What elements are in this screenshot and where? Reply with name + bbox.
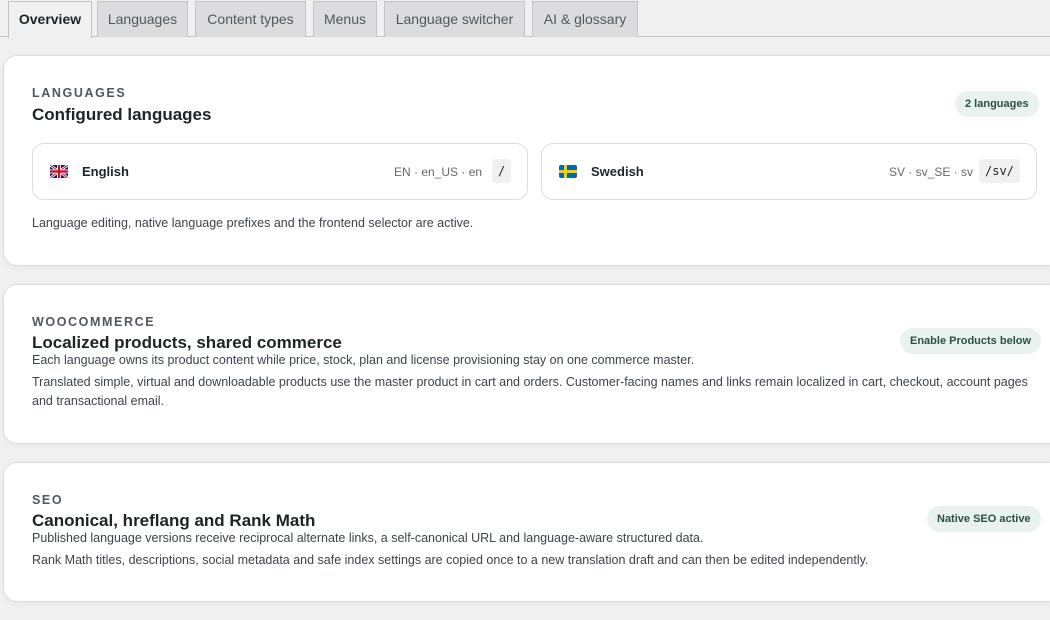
languages-eyebrow: LANGUAGES	[32, 86, 127, 100]
language-name: English	[82, 164, 129, 179]
seo-eyebrow: SEO	[32, 493, 64, 507]
language-prefix: /	[492, 159, 512, 183]
seo-description: Published language versions receive reci…	[32, 531, 704, 545]
sweden-flag-icon	[559, 165, 577, 178]
tab-content-types[interactable]: Content types	[195, 1, 306, 37]
languages-title: Configured languages	[32, 105, 212, 124]
tab-ai-glossary[interactable]: AI & glossary	[532, 1, 638, 37]
seo-card: SEO Canonical, hreflang and Rank Math Na…	[3, 462, 1050, 602]
woocommerce-card: WOOCOMMERCE Localized products, shared c…	[3, 284, 1050, 444]
woocommerce-title: Localized products, shared commerce	[32, 333, 342, 352]
seo-title: Canonical, hreflang and Rank Math	[32, 511, 316, 530]
uk-flag-icon	[50, 165, 68, 178]
seo-details: Rank Math titles, descriptions, social m…	[32, 553, 869, 567]
language-codes: EN · en_US · en	[394, 165, 483, 179]
languages-count-badge: 2 languages	[955, 91, 1039, 117]
tab-bar: Overview Languages Content types Menus L…	[0, 0, 1050, 38]
woocommerce-description: Each language owns its product content w…	[32, 353, 695, 367]
language-item-swedish[interactable]: Swedish SV · sv_SE · sv /sv/	[541, 143, 1037, 200]
tab-languages[interactable]: Languages	[97, 1, 188, 37]
tab-overview[interactable]: Overview	[8, 1, 92, 38]
languages-card: LANGUAGES Configured languages 2 languag…	[3, 55, 1050, 266]
language-prefix: /sv/	[979, 159, 1020, 183]
language-item-english[interactable]: English EN · en_US · en /	[32, 143, 528, 200]
woocommerce-eyebrow: WOOCOMMERCE	[32, 315, 156, 329]
tab-menus[interactable]: Menus	[313, 1, 377, 37]
languages-status-note: Language editing, native language prefix…	[32, 216, 474, 230]
woocommerce-details: Translated simple, virtual and downloada…	[32, 375, 1028, 408]
language-name: Swedish	[591, 164, 644, 179]
tab-language-switcher[interactable]: Language switcher	[384, 1, 525, 37]
language-codes: SV · sv_SE · sv	[889, 165, 974, 179]
